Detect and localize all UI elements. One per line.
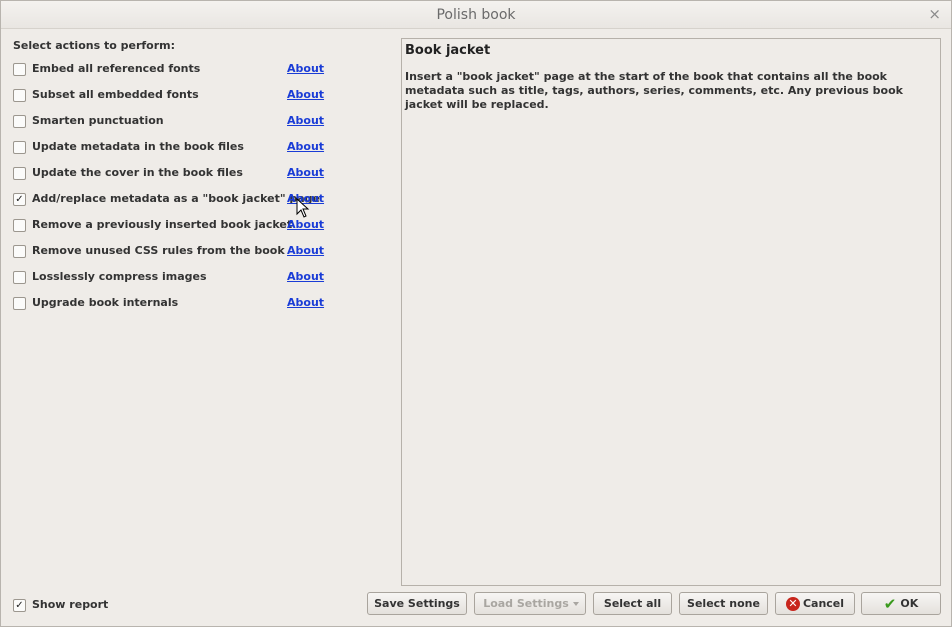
action-label: Smarten punctuation <box>32 114 164 127</box>
save-settings-button[interactable]: Save Settings <box>367 592 467 615</box>
about-link[interactable]: About <box>287 140 324 153</box>
cancel-button[interactable]: ✕ Cancel <box>775 592 855 615</box>
action-upgrade-internals[interactable]: Upgrade book internals About <box>13 295 333 313</box>
action-label: Remove a previously inserted book jacket <box>32 218 293 231</box>
description-text: Insert a "book jacket" page at the start… <box>405 70 903 111</box>
about-link[interactable]: About <box>287 296 324 309</box>
about-link[interactable]: About <box>287 62 324 75</box>
show-report-toggle[interactable]: ✓ Show report <box>13 597 133 613</box>
action-remove-unused-css[interactable]: Remove unused CSS rules from the book Ab… <box>13 243 333 261</box>
checkbox[interactable] <box>13 245 26 258</box>
checkbox[interactable] <box>13 115 26 128</box>
cancel-label: Cancel <box>802 597 845 610</box>
action-update-metadata[interactable]: Update metadata in the book files About <box>13 139 333 157</box>
about-link[interactable]: About <box>287 218 324 231</box>
about-link[interactable]: About <box>287 270 324 283</box>
close-icon[interactable]: × <box>928 5 941 23</box>
title-bar: Polish book × <box>1 1 951 29</box>
action-label: Upgrade book internals <box>32 296 179 309</box>
action-embed-fonts[interactable]: Embed all referenced fonts About <box>13 61 333 79</box>
window-title: Polish book <box>436 7 516 23</box>
show-report-label: Show report <box>32 598 109 611</box>
checkbox[interactable] <box>13 141 26 154</box>
action-update-cover[interactable]: Update the cover in the book files About <box>13 165 333 183</box>
ok-button[interactable]: ✔ OK <box>861 592 941 615</box>
action-compress-images[interactable]: Losslessly compress images About <box>13 269 333 287</box>
ok-label: OK <box>900 597 919 610</box>
description-title: Book jacket <box>405 43 491 58</box>
about-link[interactable]: About <box>287 88 324 101</box>
description-panel: Book jacket Insert a "book jacket" page … <box>401 38 941 586</box>
cancel-icon: ✕ <box>785 596 800 611</box>
about-link[interactable]: About <box>287 244 324 257</box>
action-label: Update metadata in the book files <box>32 140 244 153</box>
action-subset-fonts[interactable]: Subset all embedded fonts About <box>13 87 333 105</box>
about-link[interactable]: About <box>287 114 324 127</box>
checkmark-icon: ✔ <box>883 594 897 613</box>
about-link[interactable]: About <box>287 166 324 179</box>
mouse-pointer-icon <box>296 198 310 218</box>
checkbox-checked[interactable]: ✓ <box>13 193 26 206</box>
action-label: Update the cover in the book files <box>32 166 243 179</box>
polish-book-dialog: Polish book × Select actions to perform:… <box>0 0 952 627</box>
action-label: Add/replace metadata as a "book jacket" … <box>32 192 321 205</box>
chevron-down-icon <box>573 602 579 606</box>
checkbox[interactable] <box>13 297 26 310</box>
checkbox[interactable] <box>13 167 26 180</box>
select-none-button[interactable]: Select none <box>679 592 768 615</box>
action-label: Losslessly compress images <box>32 270 207 283</box>
checkbox[interactable] <box>13 219 26 232</box>
checkbox-checked[interactable]: ✓ <box>13 599 26 612</box>
action-label: Subset all embedded fonts <box>32 88 199 101</box>
action-book-jacket[interactable]: ✓ Add/replace metadata as a "book jacket… <box>13 191 333 209</box>
action-label: Remove unused CSS rules from the book <box>32 244 285 257</box>
checkbox[interactable] <box>13 89 26 102</box>
action-remove-jacket[interactable]: Remove a previously inserted book jacket… <box>13 217 333 235</box>
checkbox[interactable] <box>13 271 26 284</box>
load-settings-label: Load Settings <box>483 597 569 610</box>
action-label: Embed all referenced fonts <box>32 62 201 75</box>
select-all-button[interactable]: Select all <box>593 592 672 615</box>
load-settings-button[interactable]: Load Settings <box>474 592 586 615</box>
checkbox[interactable] <box>13 63 26 76</box>
action-smarten-punctuation[interactable]: Smarten punctuation About <box>13 113 333 131</box>
actions-heading: Select actions to perform: <box>13 39 175 52</box>
